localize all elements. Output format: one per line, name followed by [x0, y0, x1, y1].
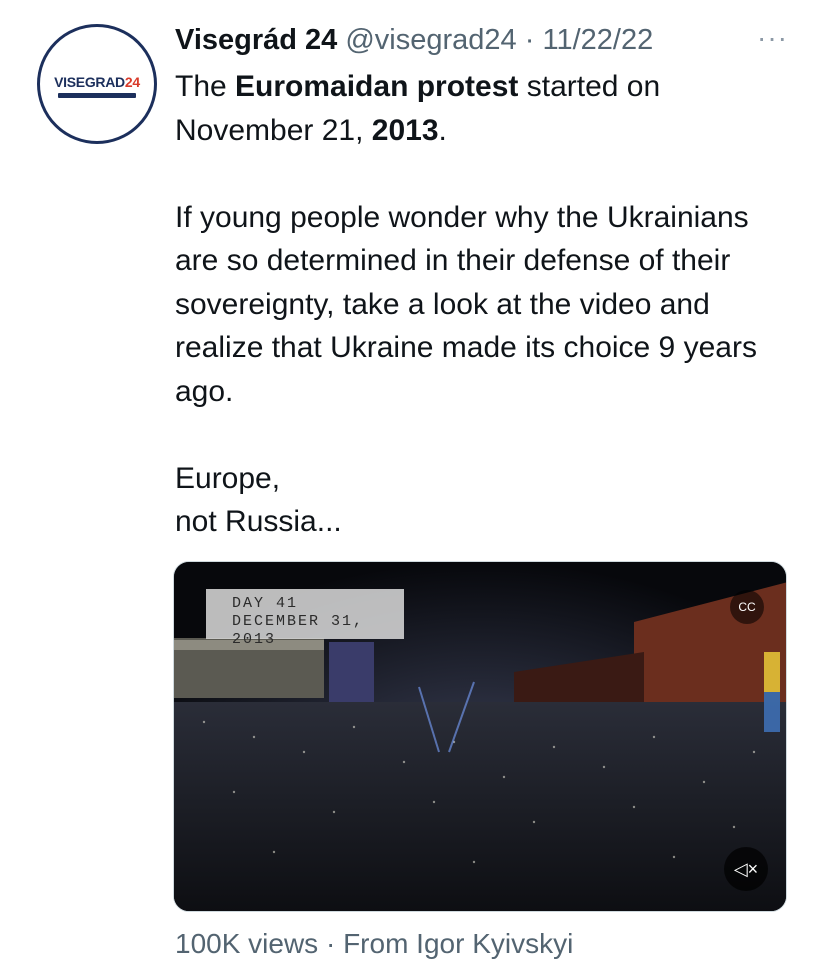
avatar[interactable]: VISEGRAD24	[37, 24, 157, 144]
tweet-footer: 100K views · From Igor Kyivskyi	[175, 928, 573, 960]
stamp-date: DECEMBER 31, 2013	[232, 613, 365, 648]
tweet-line-2: November 21, 2013.	[175, 113, 447, 147]
captions-icon[interactable]: CC	[730, 590, 764, 624]
mute-icon[interactable]: ◁×	[724, 847, 768, 891]
footer-separator: ·	[318, 928, 344, 959]
tweet-line-not-russia: not Russia...	[175, 505, 342, 538]
tweet-header: Visegrád 24 @visegrad24 · 11/22/22	[175, 20, 788, 60]
tweet-date[interactable]: 11/22/22	[542, 24, 653, 56]
view-count: 100K views	[175, 928, 319, 959]
author-name[interactable]: Visegrád 24	[175, 24, 337, 56]
video-source-link[interactable]: From Igor Kyivskyi	[343, 928, 573, 959]
stamp-day: DAY 41	[232, 595, 299, 612]
avatar-logo-text: VISEGRAD24	[54, 74, 140, 90]
tweet-paragraph-2: If young people wonder why the Ukrainian…	[175, 200, 757, 408]
tweet-line-1: The Euromaidan protest started on	[175, 70, 661, 103]
video-player[interactable]: DAY 41 DECEMBER 31, 2013 CC ◁×	[173, 561, 787, 912]
avatar-logo-bar	[58, 93, 136, 98]
author-handle[interactable]: @visegrad24	[345, 24, 516, 56]
header-separator: ·	[524, 24, 535, 56]
tweet-line-europe: Europe,	[175, 461, 281, 495]
more-options-icon[interactable]: ···	[757, 22, 788, 54]
video-date-stamp: DAY 41 DECEMBER 31, 2013	[206, 589, 404, 648]
tweet-text: The Euromaidan protest started on Novemb…	[175, 65, 795, 544]
